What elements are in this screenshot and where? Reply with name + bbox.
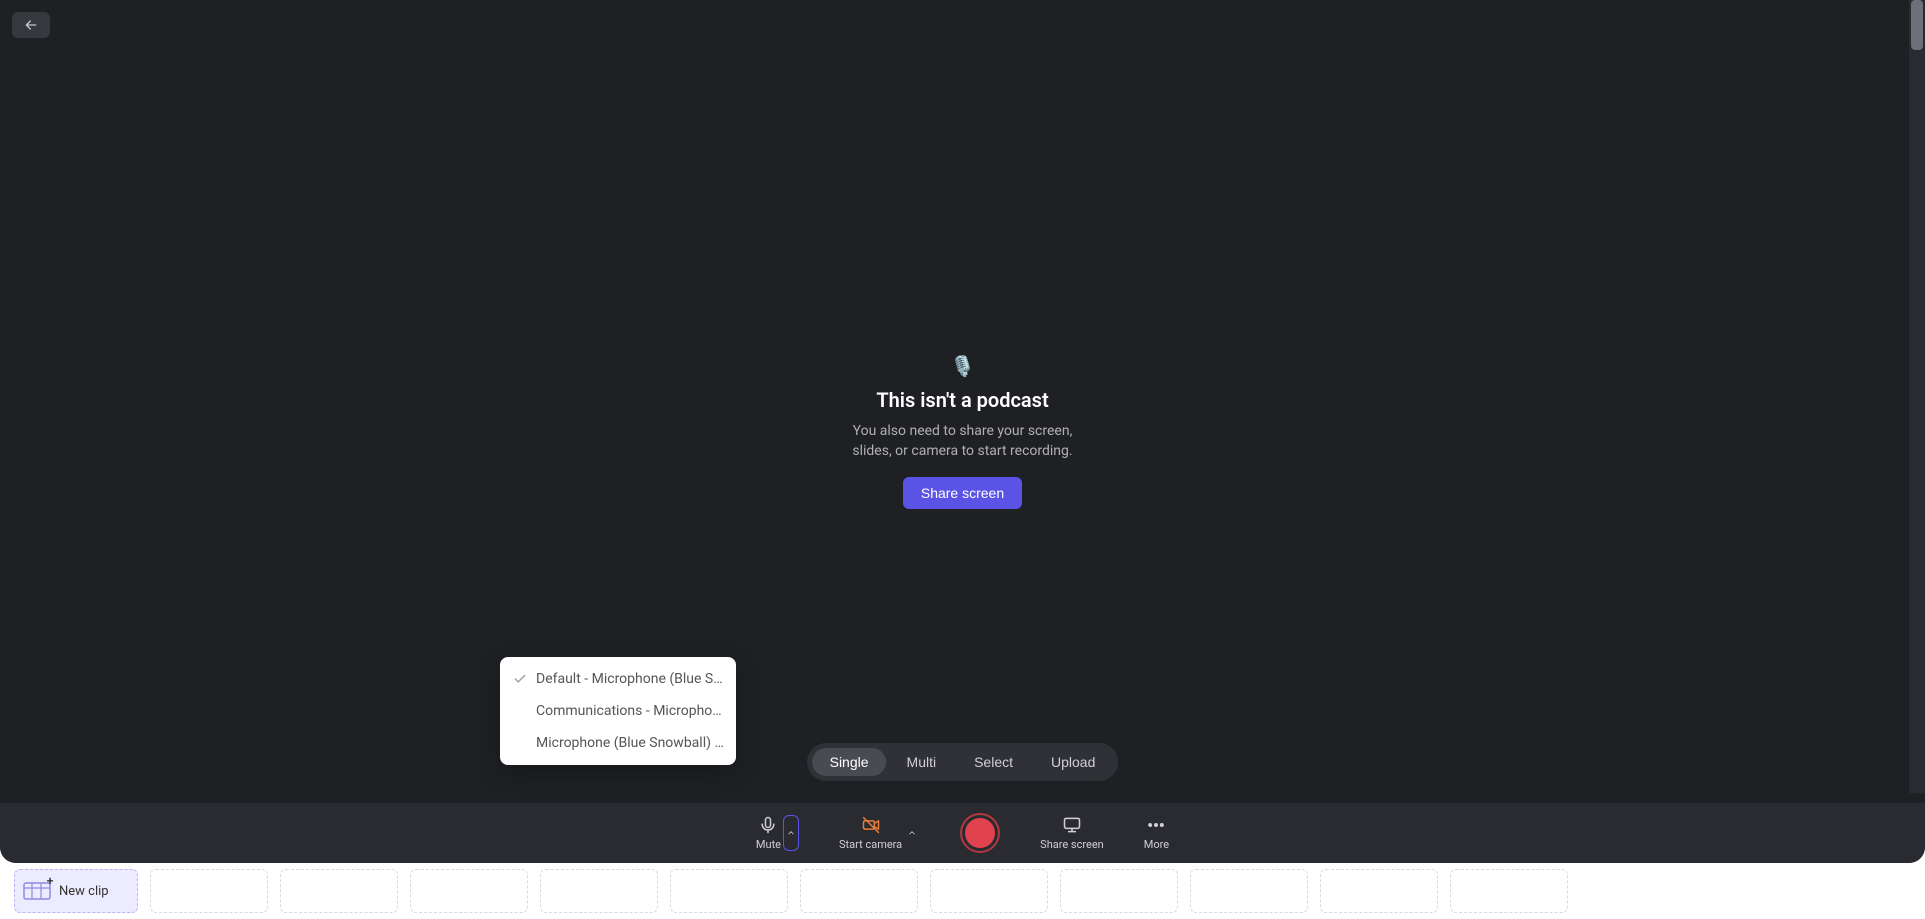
timeline-slot[interactable] bbox=[540, 869, 658, 913]
start-camera-button[interactable]: Start camera bbox=[839, 815, 902, 851]
recording-stage: 🎙️ This isn't a podcast You also need to… bbox=[0, 0, 1925, 863]
plus-icon: + bbox=[44, 875, 56, 887]
mute-label: Mute bbox=[756, 838, 781, 851]
check-placeholder bbox=[512, 735, 528, 751]
camera-tool-group: Start camera bbox=[839, 815, 920, 851]
record-button[interactable] bbox=[960, 813, 1000, 853]
segment-upload[interactable]: Upload bbox=[1033, 748, 1113, 776]
new-clip-label: New clip bbox=[59, 884, 109, 899]
mic-option-device[interactable]: Microphone (Blue Snowball) (0d8... bbox=[500, 727, 736, 759]
timeline-slot[interactable] bbox=[670, 869, 788, 913]
scrollbar-thumb[interactable] bbox=[1911, 0, 1923, 50]
scrollbar-track bbox=[1909, 0, 1925, 793]
mute-tool-group: Mute bbox=[756, 815, 799, 851]
start-camera-label: Start camera bbox=[839, 838, 902, 851]
empty-state-title: This isn't a podcast bbox=[876, 388, 1048, 412]
chevron-up-icon bbox=[907, 828, 917, 838]
mute-button[interactable]: Mute bbox=[756, 815, 781, 851]
camera-off-icon bbox=[861, 815, 881, 835]
microphone-dropdown-menu: Default - Microphone (Blue Snow... Commu… bbox=[500, 657, 736, 765]
mic-option-communications[interactable]: Communications - Microphone (Bl... bbox=[500, 695, 736, 727]
share-screen-button[interactable]: Share screen bbox=[903, 477, 1022, 509]
mic-option-label: Microphone (Blue Snowball) (0d8... bbox=[536, 735, 724, 751]
share-screen-label: Share screen bbox=[1040, 838, 1104, 851]
mute-options-chevron[interactable] bbox=[783, 815, 799, 851]
bottom-toolbar: Mute Start camera Share scr bbox=[0, 803, 1925, 863]
share-screen-toolbar-button[interactable]: Share screen bbox=[1040, 815, 1104, 851]
check-icon bbox=[512, 671, 528, 687]
timeline-slot[interactable] bbox=[280, 869, 398, 913]
microphone-icon bbox=[758, 815, 778, 835]
empty-state: 🎙️ This isn't a podcast You also need to… bbox=[0, 0, 1925, 863]
monitor-icon bbox=[1062, 815, 1082, 835]
camera-options-chevron[interactable] bbox=[904, 815, 920, 851]
more-horizontal-icon bbox=[1146, 815, 1166, 835]
mic-option-label: Default - Microphone (Blue Snow... bbox=[536, 671, 724, 687]
timeline-slot[interactable] bbox=[930, 869, 1048, 913]
timeline-strip: + New clip bbox=[0, 863, 1925, 919]
arrow-left-icon bbox=[23, 17, 39, 33]
new-clip-button[interactable]: + New clip bbox=[14, 869, 138, 913]
check-placeholder bbox=[512, 703, 528, 719]
record-icon bbox=[965, 818, 995, 848]
layout-segment-control: Single Multi Select Upload bbox=[807, 743, 1119, 781]
segment-select[interactable]: Select bbox=[956, 748, 1031, 776]
timeline-slot[interactable] bbox=[1450, 869, 1568, 913]
mic-option-default[interactable]: Default - Microphone (Blue Snow... bbox=[500, 663, 736, 695]
timeline-slot[interactable] bbox=[150, 869, 268, 913]
segment-multi[interactable]: Multi bbox=[889, 748, 955, 776]
chevron-up-icon bbox=[786, 828, 796, 838]
timeline-slot[interactable] bbox=[1190, 869, 1308, 913]
back-button[interactable] bbox=[12, 12, 50, 38]
timeline-slot[interactable] bbox=[800, 869, 918, 913]
segment-single[interactable]: Single bbox=[812, 748, 887, 776]
mic-option-label: Communications - Microphone (Bl... bbox=[536, 703, 724, 719]
timeline-slot[interactable] bbox=[410, 869, 528, 913]
timeline-slot[interactable] bbox=[1320, 869, 1438, 913]
more-button[interactable]: More bbox=[1144, 815, 1169, 851]
podcast-mic-icon: 🎙️ bbox=[950, 354, 975, 378]
more-label: More bbox=[1144, 838, 1169, 851]
empty-state-subtitle: You also need to share your screen, slid… bbox=[833, 422, 1093, 461]
timeline-slot[interactable] bbox=[1060, 869, 1178, 913]
clip-icon: + bbox=[23, 880, 51, 902]
